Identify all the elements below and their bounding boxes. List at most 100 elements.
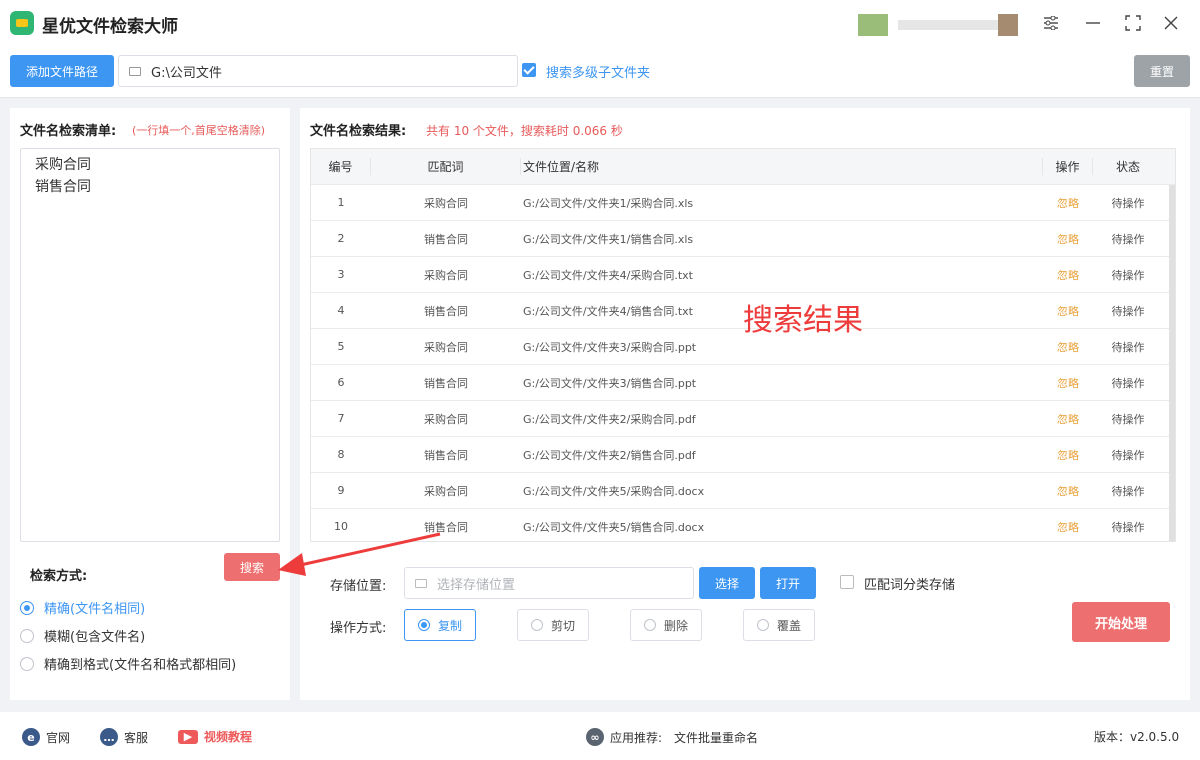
mode-fuzzy-label: 模糊(包含文件名) — [44, 630, 146, 645]
cell-match: 销售合同 — [424, 304, 468, 318]
folder-icon — [129, 66, 141, 76]
col-match: 匹配词 — [371, 158, 521, 175]
op-cut[interactable]: 剪切 — [517, 609, 589, 641]
radio-icon — [643, 619, 656, 631]
radio-icon — [417, 619, 430, 631]
mode-format[interactable]: 精确到格式(文件名和格式都相同) — [20, 654, 236, 673]
subfolder-label[interactable]: 搜索多级子文件夹 — [546, 62, 650, 81]
ignore-link[interactable]: 忽略 — [1043, 519, 1093, 535]
mode-format-label: 精确到格式(文件名和格式都相同) — [44, 658, 237, 673]
ignore-link[interactable]: 忽略 — [1043, 411, 1093, 427]
store-placeholder: 选择存储位置 — [437, 577, 516, 593]
cell-no: 4 — [337, 304, 345, 317]
cell-no: 8 — [337, 448, 345, 461]
list-hint: (一行填一个,首尾空格清除) — [132, 124, 266, 137]
toolbar: 添加文件路径 G:\公司文件 搜索多级子文件夹 重置 — [0, 46, 1200, 98]
op-delete[interactable]: 删除 — [630, 609, 702, 641]
op-label: 操作方式: — [330, 621, 387, 636]
classify-label[interactable]: 匹配词分类存储 — [864, 574, 955, 593]
cell-status: 待操作 — [1111, 484, 1145, 498]
ignore-link[interactable]: 忽略 — [1043, 375, 1093, 391]
title-bar: 星优文件检索大师 — [0, 0, 1200, 46]
cell-no: 1 — [337, 196, 345, 209]
op-copy-label: 复制 — [437, 618, 462, 633]
table-row: 1 采购合同 G:/公司文件/文件夹1/采购合同.xls 忽略 待操作 — [311, 185, 1175, 221]
choose-button[interactable]: 选择 — [699, 567, 755, 599]
ignore-link[interactable]: 忽略 — [1043, 303, 1093, 319]
cell-match: 采购合同 — [424, 268, 468, 282]
reset-button[interactable]: 重置 — [1134, 55, 1190, 87]
subfolder-checkbox[interactable] — [522, 63, 536, 77]
ignore-link[interactable]: 忽略 — [1043, 267, 1093, 283]
mode-exact[interactable]: 精确(文件名相同) — [20, 598, 145, 617]
cell-match: 采购合同 — [424, 196, 468, 210]
link-icon: ∞ — [586, 728, 604, 746]
store-location-input[interactable]: 选择存储位置 — [404, 567, 694, 599]
minimize-icon[interactable] — [1082, 12, 1104, 34]
recommend-app-link[interactable]: 文件批量重命名 — [674, 729, 758, 746]
cell-status: 待操作 — [1111, 268, 1145, 282]
radio-icon — [530, 619, 543, 631]
cell-path: G:/公司文件/文件夹2/采购合同.pdf — [523, 412, 696, 426]
ignore-link[interactable]: 忽略 — [1043, 339, 1093, 355]
close-icon[interactable] — [1160, 12, 1182, 34]
table-body: 1 采购合同 G:/公司文件/文件夹1/采购合同.xls 忽略 待操作 2 销售合同 G:/公… — [311, 185, 1175, 541]
search-button[interactable]: 搜索 — [224, 553, 280, 581]
add-path-button[interactable]: 添加文件路径 — [10, 55, 114, 87]
start-button[interactable]: 开始处理 — [1072, 602, 1170, 642]
ignore-link[interactable]: 忽略 — [1043, 231, 1093, 247]
mode-exact-label: 精确(文件名相同) — [44, 602, 146, 617]
cell-no: 7 — [337, 412, 345, 425]
name-line: 销售合同 — [35, 179, 91, 195]
cell-no: 3 — [337, 268, 345, 281]
col-no: 编号 — [311, 158, 371, 175]
video-icon: ▶ — [178, 729, 198, 744]
table-row: 2 销售合同 G:/公司文件/文件夹1/销售合同.xls 忽略 待操作 — [311, 221, 1175, 257]
radio-icon — [20, 600, 34, 615]
cell-path: G:/公司文件/文件夹3/采购合同.ppt — [523, 340, 697, 354]
recommend: ∞ 应用推荐: 文件批量重命名 — [586, 728, 758, 746]
website-label: 官网 — [46, 730, 71, 745]
cell-no: 5 — [337, 340, 345, 353]
cell-status: 待操作 — [1111, 412, 1145, 426]
mode-fuzzy[interactable]: 模糊(包含文件名) — [20, 626, 145, 645]
names-textarea[interactable]: 采购合同 销售合同 — [20, 148, 280, 542]
app-logo-icon — [10, 11, 34, 35]
results-table: 编号 匹配词 文件位置/名称 操作 状态 1 采购合同 G:/公司文件/文件夹1/采… — [310, 148, 1176, 542]
open-button[interactable]: 打开 — [760, 567, 816, 599]
cell-status: 待操作 — [1111, 448, 1145, 462]
classify-checkbox[interactable] — [840, 575, 854, 589]
ignore-link[interactable]: 忽略 — [1043, 447, 1093, 463]
list-title: 文件名检索清单: — [20, 124, 117, 139]
ignore-link[interactable]: 忽略 — [1043, 483, 1093, 499]
table-scrollbar[interactable] — [1169, 185, 1175, 541]
results-panel: 文件名检索结果: 共有 10 个文件，搜索耗时 0.066 秒 编号 匹配词 文… — [300, 108, 1190, 700]
radio-icon — [20, 656, 34, 671]
op-overwrite[interactable]: 覆盖 — [743, 609, 815, 641]
cell-match: 采购合同 — [424, 484, 468, 498]
table-row: 7 采购合同 G:/公司文件/文件夹2/采购合同.pdf 忽略 待操作 — [311, 401, 1175, 437]
cell-match: 采购合同 — [424, 340, 468, 354]
radio-icon — [20, 628, 34, 643]
table-row: 8 销售合同 G:/公司文件/文件夹2/销售合同.pdf 忽略 待操作 — [311, 437, 1175, 473]
cell-match: 销售合同 — [424, 376, 468, 390]
video-link[interactable]: ▶ 视频教程 — [178, 728, 252, 745]
path-value: G:\公司文件 — [151, 65, 222, 81]
maximize-icon[interactable] — [1122, 12, 1144, 34]
cell-no: 9 — [337, 484, 345, 497]
settings-icon[interactable] — [1040, 12, 1062, 34]
cell-path: G:/公司文件/文件夹2/销售合同.pdf — [523, 448, 696, 462]
cell-no: 2 — [337, 232, 345, 245]
cell-status: 待操作 — [1111, 196, 1145, 210]
cell-match: 销售合同 — [424, 448, 468, 462]
user-avatar[interactable] — [858, 14, 1018, 36]
op-copy[interactable]: 复制 — [404, 609, 476, 641]
cell-path: G:/公司文件/文件夹5/采购合同.docx — [523, 484, 705, 498]
path-input[interactable]: G:\公司文件 — [118, 55, 518, 87]
support-link[interactable]: … 客服 — [100, 728, 148, 746]
website-link[interactable]: e 官网 — [22, 728, 70, 746]
store-label: 存储位置: — [330, 579, 387, 594]
radio-icon — [756, 619, 769, 631]
cell-status: 待操作 — [1111, 376, 1145, 390]
ignore-link[interactable]: 忽略 — [1043, 195, 1093, 211]
